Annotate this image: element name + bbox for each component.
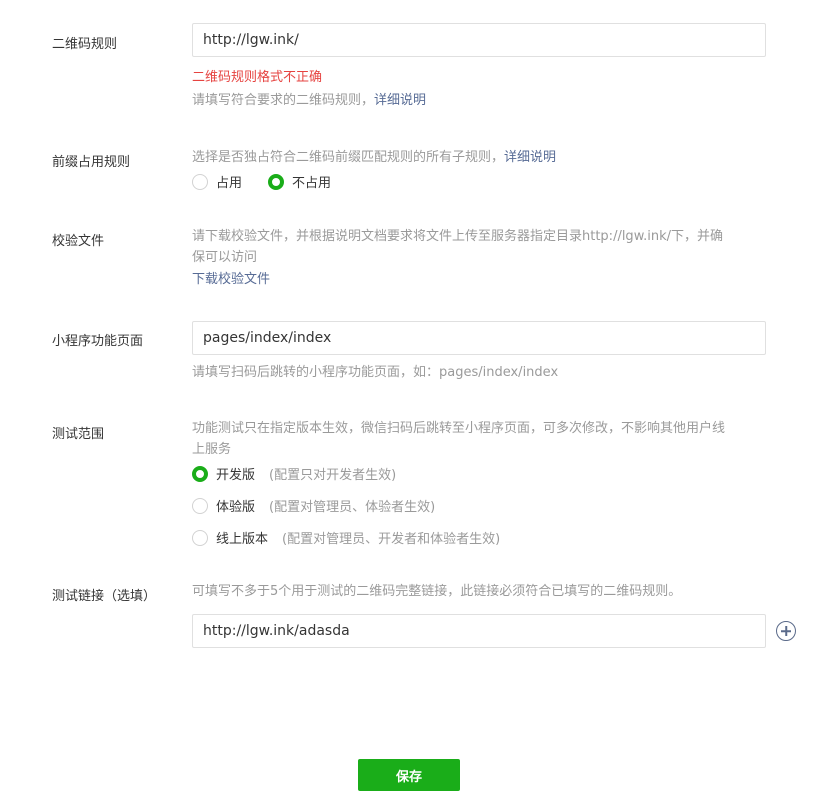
scope-trial-label[interactable]: 体验版 [216, 496, 255, 515]
test-scope-label: 测试范围 [52, 427, 105, 442]
scope-option-trial[interactable]: 体验版 (配置对管理员、体验者生效) [192, 496, 435, 515]
mini-page-label: 小程序功能页面 [52, 334, 144, 349]
qr-rule-hint-text: 请填写符合要求的二维码规则， [192, 93, 375, 108]
verify-file-label: 校验文件 [52, 234, 105, 249]
prefix-rule-label: 前缀占用规则 [52, 155, 131, 170]
scope-online-radio[interactable] [192, 529, 208, 546]
scope-trial-radio[interactable] [192, 497, 208, 514]
qr-rule-detail-link[interactable]: 详细说明 [374, 93, 426, 108]
prefix-rule-hint-text: 选择是否独占符合二维码前缀匹配规则的所有子规则， [192, 150, 505, 165]
test-link-label: 测试链接（选填） [52, 589, 157, 604]
prefix-occupy-radio[interactable] [192, 173, 208, 190]
prefix-not-occupy-radio[interactable] [268, 173, 285, 190]
test-scope-hint-line2: 上服务 [192, 442, 232, 457]
prefix-rule-detail-link[interactable]: 详细说明 [504, 150, 556, 165]
qr-rule-hint: 请填写符合要求的二维码规则，详细说明 [192, 90, 426, 111]
verify-file-download: 下载校验文件 [192, 269, 270, 290]
qr-rule-input[interactable] [192, 23, 766, 57]
scope-option-online[interactable]: 线上版本 (配置对管理员、开发者和体验者生效) [192, 528, 500, 547]
qr-rule-error: 二维码规则格式不正确 [192, 70, 323, 85]
test-scope-hint-line1: 功能测试只在指定版本生效，微信扫码后跳转至小程序页面，可多次修改，不影响其他用户… [192, 421, 726, 436]
prefix-rule-options: 占用 不占用 [192, 172, 331, 191]
scope-trial-note: (配置对管理员、体验者生效) [269, 500, 436, 515]
scope-dev-radio[interactable] [192, 465, 208, 482]
scope-online-label[interactable]: 线上版本 [216, 528, 268, 547]
scope-dev-note: (配置只对开发者生效) [269, 468, 397, 483]
download-verify-file-link[interactable]: 下载校验文件 [192, 272, 270, 287]
add-link-icon[interactable] [776, 621, 796, 641]
prefix-rule-hint: 选择是否独占符合二维码前缀匹配规则的所有子规则，详细说明 [192, 147, 556, 168]
mini-page-input[interactable] [192, 321, 766, 355]
mini-page-hint: 请填写扫码后跳转的小程序功能页面，如：pages/index/index [192, 365, 559, 380]
verify-file-hint-line1: 请下载校验文件，并根据说明文档要求将文件上传至服务器指定目录http://lgw… [192, 229, 724, 244]
save-button[interactable]: 保存 [358, 759, 460, 791]
verify-file-hint-line2: 保可以访问 [192, 250, 258, 265]
prefix-not-occupy-label[interactable]: 不占用 [292, 172, 331, 191]
qr-rule-label: 二维码规则 [52, 37, 118, 52]
scope-dev-label[interactable]: 开发版 [216, 464, 255, 483]
scope-option-dev[interactable]: 开发版 (配置只对开发者生效) [192, 464, 396, 483]
test-link-input[interactable] [192, 614, 766, 648]
scope-online-note: (配置对管理员、开发者和体验者生效) [282, 532, 501, 547]
test-link-hint: 可填写不多于5个用于测试的二维码完整链接，此链接必须符合已填写的二维码规则。 [192, 584, 682, 599]
prefix-occupy-label[interactable]: 占用 [216, 172, 242, 191]
